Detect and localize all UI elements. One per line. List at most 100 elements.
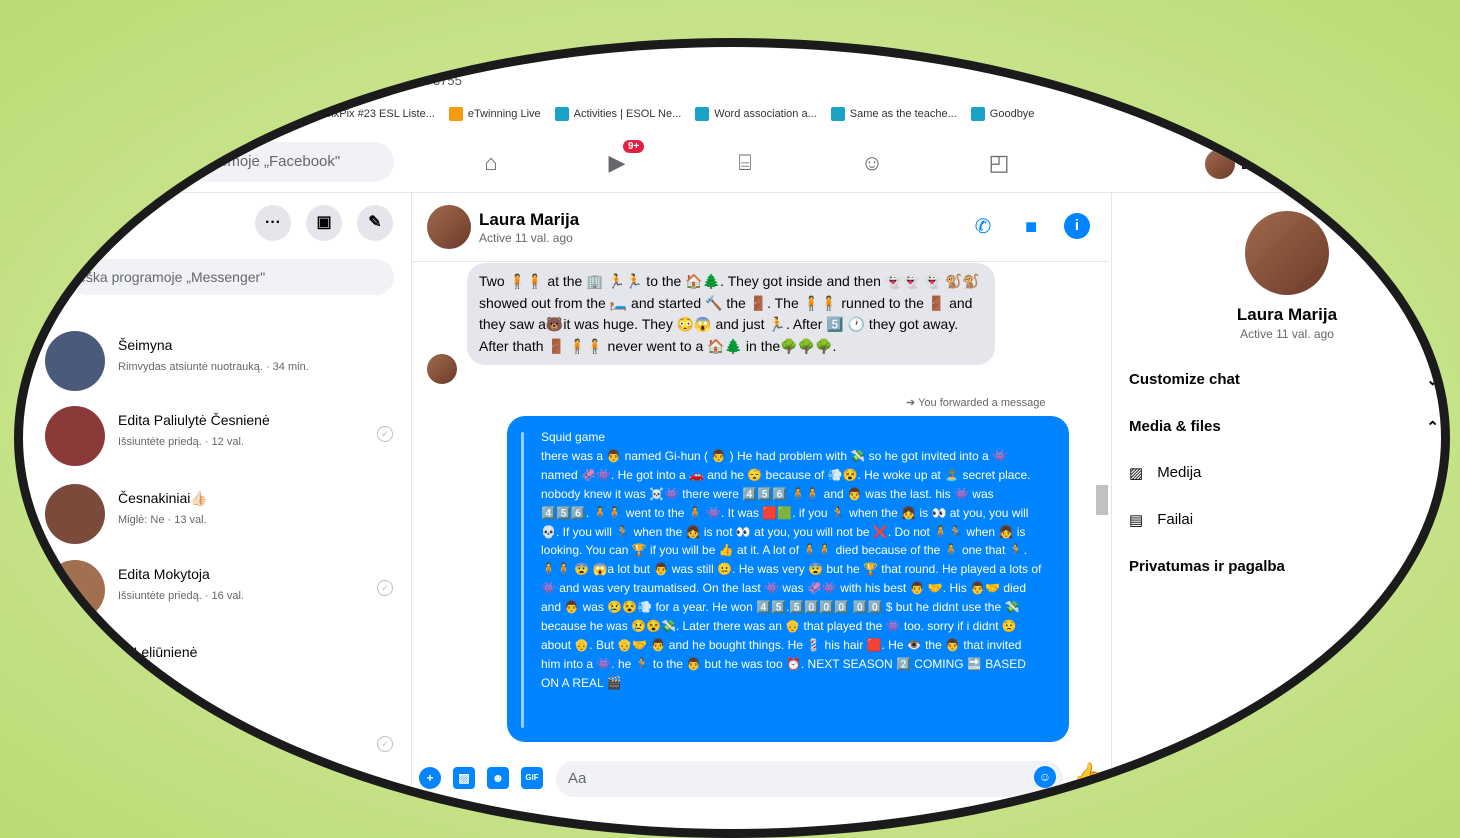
conversation-name: Edita Paliulytė Česnienė [118, 412, 270, 428]
conversation-name: Česnakiniai👍🏻 [118, 490, 208, 506]
conversation-item[interactable]: Edita Paliulytė Česnienė Išsiuntėte prie… [45, 406, 405, 470]
seen-check-icon: ✓ [377, 580, 393, 596]
chat-scrollbar[interactable] [1095, 263, 1109, 743]
new-message-button[interactable]: ✎ [357, 205, 393, 241]
conversation-snippet: Miglė: Ne · 13 val. [118, 514, 207, 526]
avatar [427, 354, 457, 384]
url-text: 33573755 [404, 73, 462, 88]
bookmark-goodbye[interactable]: Goodbye [970, 107, 1035, 121]
media-label: Medija [1157, 464, 1202, 481]
chevron-up-icon: ⌃ [1426, 419, 1439, 436]
home-icon[interactable]: ⌂ [471, 147, 511, 179]
bookmark-favicon [305, 107, 319, 121]
bookmark-label: SixPix #23 ESL Liste... [324, 108, 435, 120]
oval-frame: 33573755 SixPix #23 ESL Liste... eTwinni… [14, 38, 1450, 838]
chat-contact-name[interactable]: Laura Marija [479, 210, 579, 230]
scrollbar-thumb[interactable] [1096, 485, 1108, 515]
section-label: Media & files [1129, 418, 1221, 435]
bookmark-word-association[interactable]: Word association a... [695, 107, 817, 121]
seen-check-icon: ✓ [377, 736, 393, 752]
facebook-search-input[interactable]: emoje „Facebook" [189, 142, 394, 182]
avatar [45, 406, 105, 466]
conversation-item[interactable]: Šeimyna Rimvydas atsiuntė nuotrauką. · 3… [45, 331, 405, 395]
new-room-button[interactable]: ▣ [306, 205, 342, 241]
profile-name: Edita [1241, 155, 1278, 173]
bookmark-favicon [448, 107, 463, 121]
media-icon: ▨ [1129, 465, 1144, 482]
media-files-section[interactable]: Media & files ⌃ [1129, 418, 1439, 436]
customize-chat-section[interactable]: Customize chat ⌄ [1129, 371, 1439, 389]
conversation-name: Edita Mokytoja [118, 566, 210, 582]
avatar [45, 638, 105, 698]
forward-icon: ➔ [906, 397, 919, 409]
media-item[interactable]: ▨ Medija [1129, 464, 1201, 482]
avatar[interactable] [427, 205, 471, 249]
bookmark-favicon [695, 107, 710, 121]
message-placeholder: Aa [568, 770, 587, 787]
avatar [45, 560, 105, 620]
file-icon: ▤ [1129, 512, 1144, 529]
conversation-item[interactable]: Česnakiniai👍🏻 Miglė: Ne · 13 val. [45, 484, 405, 548]
info-icon[interactable]: i [1064, 213, 1090, 239]
avatar [1205, 149, 1235, 179]
bookmark-activities[interactable]: Activities | ESOL Ne... [554, 107, 682, 121]
forwarded-text: You forwarded a message [918, 397, 1046, 409]
address-bar[interactable]: 33573755 [189, 67, 1389, 95]
bookmark-label: Activities | ESOL Ne... [573, 108, 682, 120]
files-label: Failai [1157, 511, 1194, 528]
gif-icon[interactable]: GIF [521, 767, 543, 789]
conversation-name: Šeimyna [118, 337, 173, 353]
info-contact-status: Active 11 val. ago [1240, 327, 1334, 341]
conversation-snippet: Rimvydas atsiuntė nuotrauką. · 34 min. [118, 361, 309, 373]
bookmarks-bar: SixPix #23 ESL Liste... eTwinning Live A… [23, 101, 1441, 127]
section-label: Customize chat [1129, 371, 1240, 388]
phone-icon[interactable]: ✆ [969, 213, 997, 241]
seen-check-icon: ✓ [377, 426, 393, 442]
more-options-button[interactable]: ··· [255, 205, 291, 241]
conversation-name: ta Leliūnienė [118, 644, 198, 660]
privacy-support-section[interactable]: Privatumas ir pagalba ⌄ [1129, 558, 1439, 576]
groups-icon[interactable]: ☺ [852, 147, 892, 179]
bookmark-label: Goodbye [989, 108, 1035, 120]
sticker-icon[interactable]: ☻ [487, 767, 509, 789]
message-bubble-incoming[interactable]: Two 🧍🧍 at the 🏢 🏃🏃 to the 🏠🌲. They got i… [467, 263, 995, 365]
conversation-item[interactable]: ta Leliūnienė · 16 val. ✓ [45, 638, 405, 752]
bookmark-sixpix[interactable]: SixPix #23 ESL Liste... [305, 107, 435, 121]
conversation-item[interactable]: Edita Mokytoja Išsiuntėte priedą. · 16 v… [45, 560, 405, 624]
message-bubble-outgoing[interactable]: Squid game there was a 👨 named Gi-hun ( … [507, 416, 1069, 742]
thumbs-up-icon[interactable]: 👍 [1073, 761, 1103, 790]
bookmark-favicon [554, 107, 569, 121]
chat-contact-status: Active 11 val. ago [479, 231, 573, 245]
conversation-snippet: Išsiuntėte priedą. · 12 val. [118, 436, 244, 448]
plus-icon[interactable]: + [419, 767, 441, 789]
bookmark-label: Same as the teache... [849, 108, 957, 120]
search-placeholder: ieška programoje „Messenger" [75, 269, 266, 285]
video-call-icon[interactable]: ■ [1017, 213, 1045, 241]
bookmark-same-as-teacher[interactable]: Same as the teache... [830, 107, 957, 121]
avatar[interactable] [1245, 211, 1329, 295]
message-text: Squid game there was a 👨 named Gi-hun ( … [541, 430, 1042, 690]
forwarded-label: ➔ You forwarded a message [906, 396, 1045, 409]
search-placeholder: emoje „Facebook" [219, 153, 341, 170]
message-input[interactable]: Aa [556, 761, 1063, 797]
conversation-snippet: Išsiuntėte priedą. · 16 val. [118, 590, 244, 602]
chevron-down-icon: ⌄ [1426, 372, 1439, 389]
bookmark-favicon [830, 107, 845, 121]
profile-button[interactable]: Edita [1205, 149, 1278, 179]
bookmark-label: eTwinning Live [467, 108, 541, 120]
image-icon[interactable]: ▨ [453, 767, 475, 789]
avatar [45, 484, 105, 544]
section-label: Privatumas ir pagalba [1129, 558, 1285, 575]
bookmark-favicon [970, 107, 985, 121]
files-item[interactable]: ▤ Failai [1129, 511, 1193, 529]
emoji-icon[interactable]: ☺ [1034, 766, 1056, 788]
marketplace-icon[interactable]: ⌸ [725, 147, 765, 179]
info-contact-name: Laura Marija [1236, 305, 1338, 324]
gaming-icon[interactable]: ◰ [979, 147, 1019, 179]
avatar [45, 331, 105, 391]
conversation-snippet: · 16 val. [118, 668, 158, 680]
messenger-search-input[interactable]: ieška programoje „Messenger" [69, 259, 394, 295]
quote-bar [521, 432, 524, 728]
bookmark-etwinning[interactable]: eTwinning Live [448, 107, 541, 121]
bookmark-label: Word association a... [714, 108, 817, 120]
